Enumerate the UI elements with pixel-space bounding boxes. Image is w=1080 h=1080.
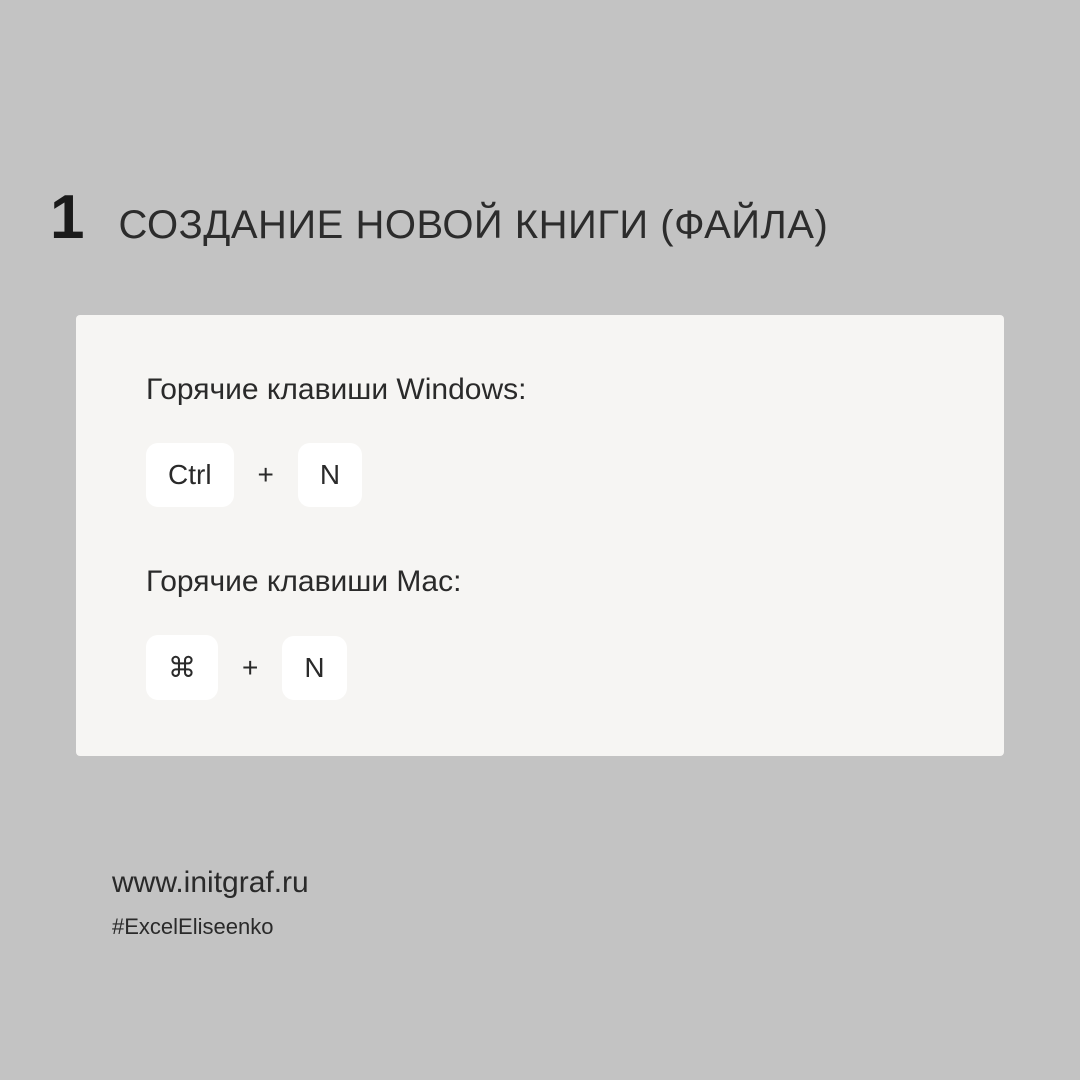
footer: www.initgraf.ru #ExcelEliseenko xyxy=(112,866,309,940)
windows-keys-row: Ctrl + N xyxy=(146,443,944,507)
page-title: СОЗДАНИЕ НОВОЙ КНИГИ (ФАЙЛА) xyxy=(118,203,828,248)
key-n: N xyxy=(298,443,362,507)
windows-shortcut-block: Горячие клавиши Windows: Ctrl + N xyxy=(146,373,944,507)
shortcuts-card: Горячие клавиши Windows: Ctrl + N Горячи… xyxy=(76,315,1004,756)
mac-keys-row: ⌘ + N xyxy=(146,635,944,700)
step-number: 1 xyxy=(50,182,82,253)
mac-shortcut-block: Горячие клавиши Mac: ⌘ + N xyxy=(146,565,944,700)
plus-separator: + xyxy=(242,652,258,684)
mac-shortcut-label: Горячие клавиши Mac: xyxy=(146,565,944,599)
header-row: 1 СОЗДАНИЕ НОВОЙ КНИГИ (ФАЙЛА) xyxy=(0,0,1080,253)
hashtag: #ExcelEliseenko xyxy=(112,914,309,940)
key-ctrl: Ctrl xyxy=(146,443,234,507)
website-link: www.initgraf.ru xyxy=(112,866,309,900)
windows-shortcut-label: Горячие клавиши Windows: xyxy=(146,373,944,407)
plus-separator: + xyxy=(258,459,274,491)
key-n: N xyxy=(282,636,346,700)
key-command: ⌘ xyxy=(146,635,218,700)
